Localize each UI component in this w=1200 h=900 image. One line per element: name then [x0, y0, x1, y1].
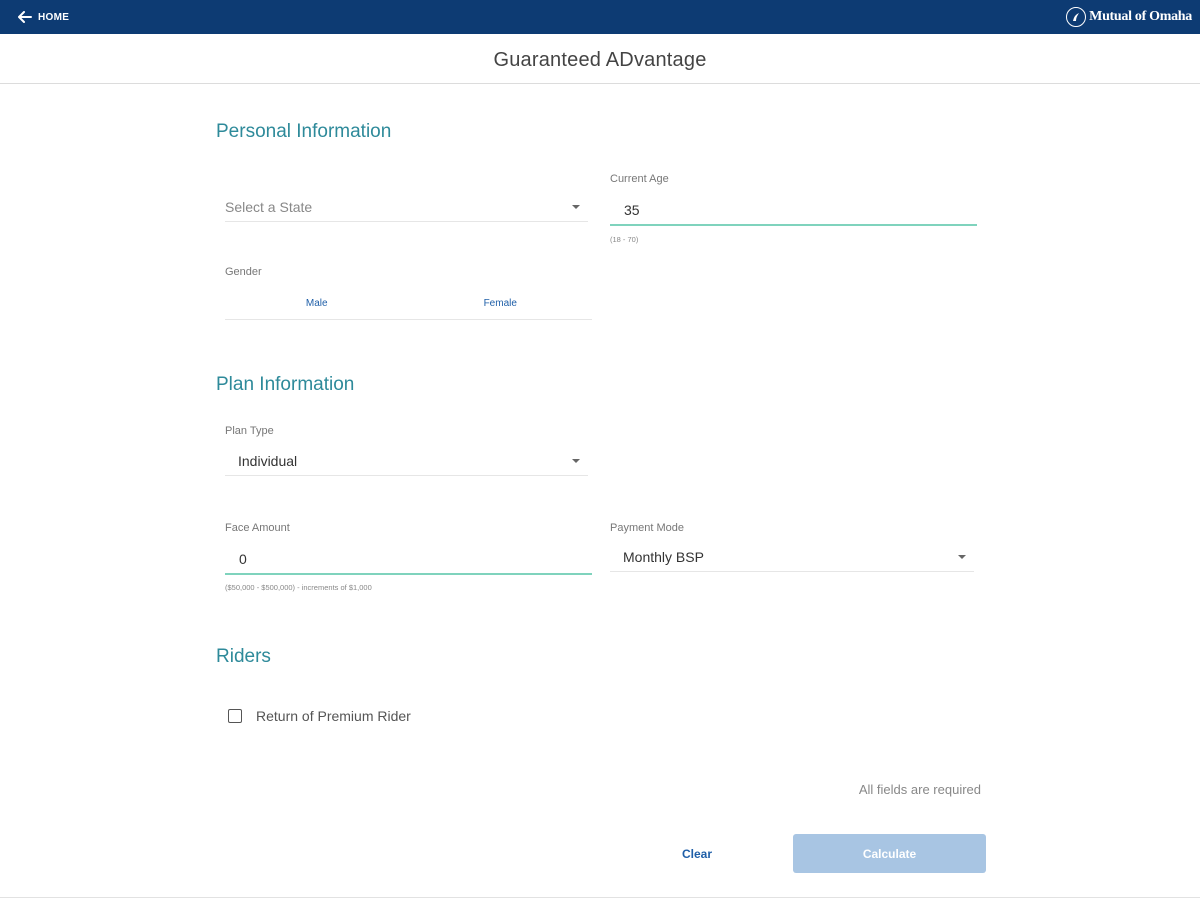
arrow-left-icon	[18, 11, 32, 23]
return-of-premium-checkbox[interactable]	[228, 709, 242, 723]
state-select-placeholder: Select a State	[225, 198, 313, 215]
current-age-input[interactable]: 35	[610, 196, 977, 226]
state-select[interactable]: Select a State	[225, 192, 588, 222]
top-navigation-bar: HOME Mutual of Omaha	[0, 0, 1200, 34]
home-link[interactable]: HOME	[18, 8, 69, 26]
current-age-label: Current Age	[610, 173, 669, 185]
bottom-divider	[0, 897, 1200, 898]
gender-option-female[interactable]: Female	[409, 288, 593, 319]
page-title: Guaranteed ADvantage	[493, 49, 707, 71]
gender-option-male[interactable]: Male	[225, 288, 409, 319]
personal-information-heading: Personal Information	[216, 121, 392, 142]
payment-mode-select[interactable]: Monthly BSP	[610, 542, 974, 572]
brand-logo-icon	[1066, 7, 1087, 27]
riders-heading: Riders	[216, 646, 271, 667]
face-amount-value: 0	[239, 551, 247, 567]
face-amount-input[interactable]: 0	[225, 545, 592, 575]
required-fields-note: All fields are required	[858, 782, 981, 797]
brand-name: Mutual of Omaha	[1089, 9, 1192, 24]
clear-button[interactable]: Clear	[668, 842, 726, 866]
plan-type-value: Individual	[238, 452, 298, 469]
payment-mode-label: Payment Mode	[610, 522, 684, 534]
plan-type-select[interactable]: Individual	[225, 446, 588, 476]
home-label: HOME	[38, 11, 70, 23]
gender-toggle: Male Female	[225, 288, 592, 320]
payment-mode-value: Monthly BSP	[623, 548, 704, 565]
caret-down-icon	[572, 204, 580, 209]
return-of-premium-label: Return of Premium Rider	[256, 708, 411, 724]
plan-type-label: Plan Type	[225, 425, 274, 437]
current-age-value: 35	[624, 202, 640, 218]
face-amount-label: Face Amount	[225, 522, 290, 534]
gender-label: Gender	[225, 266, 262, 278]
current-age-helper: (18 - 70)	[610, 235, 639, 244]
face-amount-helper: ($50,000 - $500,000) - increments of $1,…	[225, 583, 372, 592]
return-of-premium-rider-option[interactable]: Return of Premium Rider	[228, 708, 411, 724]
brand: Mutual of Omaha	[1066, 5, 1192, 29]
calculate-button[interactable]: Calculate	[793, 834, 986, 873]
caret-down-icon	[572, 458, 580, 463]
plan-information-heading: Plan Information	[216, 374, 355, 395]
title-bar: Guaranteed ADvantage	[0, 34, 1200, 84]
caret-down-icon	[958, 554, 966, 559]
